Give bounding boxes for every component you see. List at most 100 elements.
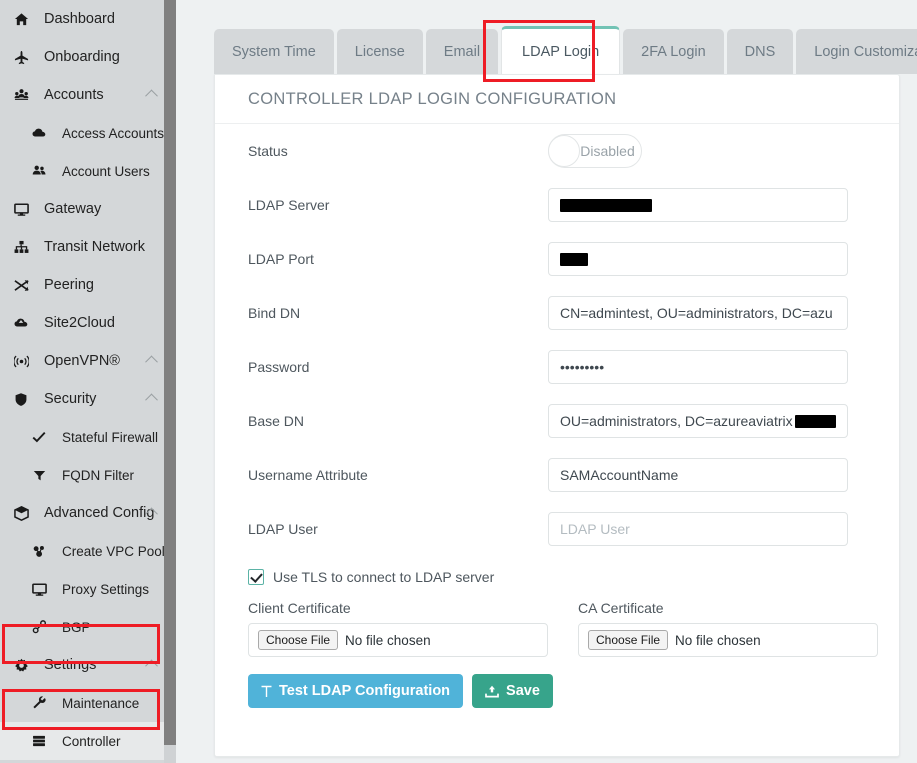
tab-ldap-login[interactable]: LDAP Login — [501, 26, 620, 74]
form-row-ldap-user: LDAP User LDAP User — [215, 502, 899, 556]
cloud-up-icon — [10, 316, 32, 330]
tab-label: Email — [444, 44, 480, 60]
sidebar-scrollbar-thumb[interactable] — [164, 0, 176, 745]
gear-icon — [10, 658, 32, 673]
monitor-icon — [28, 582, 50, 597]
ldap-port-input[interactable] — [548, 242, 848, 276]
sidebar-item-label: Gateway — [44, 201, 164, 217]
sidebar-item-label: Controller — [62, 734, 164, 749]
ca-certificate-file-status: No file chosen — [675, 633, 761, 648]
sidebar-item-maintenance[interactable]: Maintenance — [0, 684, 164, 722]
tab-bar: System TimeLicense Email LDAP Login2FA Log… — [214, 29, 917, 74]
plane-icon — [10, 50, 32, 65]
form-fields: LDAP Server LDAP Port Bind DN CN=admintest,… — [215, 178, 899, 556]
ca-certificate-choose-file-button[interactable]: Choose File — [588, 630, 668, 650]
client-certificate-file-input[interactable]: Choose FileNo file chosen — [248, 623, 548, 657]
sidebar-item-controller[interactable]: Controller — [0, 722, 164, 760]
tab-license[interactable]: License — [337, 29, 423, 74]
ldap-user-label: LDAP User — [248, 521, 548, 537]
test-t-icon — [261, 685, 272, 698]
form-row-base-dn: Base DN OU=administrators, DC=azureaviatr… — [215, 394, 899, 448]
shield-icon — [10, 392, 32, 407]
sidebar-item-accounts[interactable]: Accounts — [0, 76, 164, 114]
sidebar-item-create-vpc-pool[interactable]: Create VPC Pool — [0, 532, 164, 570]
bind-dn-value: CN=admintest, OU=administrators, DC=azu — [560, 305, 833, 321]
cloud-icon — [28, 126, 50, 140]
sidebar-item-access-accounts[interactable]: Access Accounts — [0, 114, 164, 152]
vpc-pool-icon — [28, 544, 50, 559]
save-button[interactable]: Save — [472, 674, 553, 708]
status-label: Status — [248, 143, 548, 159]
base-dn-label: Base DN — [248, 413, 548, 429]
sidebar-item-label: Create VPC Pool — [62, 544, 164, 559]
toggle-knob — [548, 135, 580, 167]
ca-certificate-group: CA Certificate Choose File No file chosen — [578, 600, 878, 657]
use-tls-checkbox[interactable] — [248, 569, 264, 585]
ldap-server-label: LDAP Server — [248, 197, 548, 213]
ldap-user-input[interactable]: LDAP User — [548, 512, 848, 546]
username-attribute-control: SAMAccountName — [548, 458, 848, 492]
page-title: CONTROLLER LDAP LOGIN CONFIGURATION — [215, 75, 899, 124]
sidebar-item-label: Dashboard — [44, 11, 164, 27]
password-control: ••••••••• — [548, 350, 848, 384]
users-icon — [28, 164, 50, 178]
password-value: ••••••••• — [560, 359, 604, 375]
sidebar-item-site2cloud[interactable]: Site2Cloud — [0, 304, 164, 342]
use-tls-label: Use TLS to connect to LDAP server — [273, 569, 494, 585]
form-row-bind-dn: Bind DN CN=admintest, OU=administrators, … — [215, 286, 899, 340]
monitor-icon — [10, 202, 32, 217]
password-label: Password — [248, 359, 548, 375]
ldap-port-label: LDAP Port — [248, 251, 548, 267]
bind-dn-control: CN=admintest, OU=administrators, DC=azu — [548, 296, 848, 330]
sidebar-item-settings[interactable]: Settings — [0, 646, 164, 684]
tls-checkbox-row: Use TLS to connect to LDAP server — [215, 560, 899, 594]
server-icon — [28, 734, 50, 748]
ca-certificate-label: CA Certificate — [578, 600, 878, 616]
username-attribute-input[interactable]: SAMAccountName — [548, 458, 848, 492]
bind-dn-label: Bind DN — [248, 305, 548, 321]
sidebar-item-bgp[interactable]: BGP — [0, 608, 164, 646]
form-row-password: Password ••••••••• — [215, 340, 899, 394]
sidebar-item-label: Peering — [44, 277, 164, 293]
base-dn-control: OU=administrators, DC=azureaviatrix — [548, 404, 848, 438]
bind-dn-input[interactable]: CN=admintest, OU=administrators, DC=azu — [548, 296, 848, 330]
tab-login-customization[interactable]: Login Customization — [796, 29, 917, 74]
sidebar-item-transit-network[interactable]: Transit Network — [0, 228, 164, 266]
tab-system-time[interactable]: System Time — [214, 29, 334, 74]
app-root: Dashboard Onboarding AccountsAccess Accoun… — [0, 0, 917, 763]
sidebar-item-onboarding[interactable]: Onboarding — [0, 38, 164, 76]
sidebar-item-gateway[interactable]: Gateway — [0, 190, 164, 228]
base-dn-value: OU=administrators, DC=azureaviatrix — [560, 413, 793, 429]
certificates-row: Client CertificateChoose FileNo file cho… — [215, 600, 899, 657]
sidebar-item-account-users[interactable]: Account Users — [0, 152, 164, 190]
form-row-ldap-server: LDAP Server — [215, 178, 899, 232]
sidebar-item-label: Proxy Settings — [62, 582, 164, 597]
sidebar-item-proxy-settings[interactable]: Proxy Settings — [0, 570, 164, 608]
home-icon — [10, 12, 32, 27]
sidebar-item-dashboard[interactable]: Dashboard — [0, 0, 164, 38]
ldap-server-control — [548, 188, 848, 222]
base-dn-input[interactable]: OU=administrators, DC=azureaviatrix — [548, 404, 848, 438]
sidebar-item-fqdn-filter[interactable]: FQDN Filter — [0, 456, 164, 494]
sidebar-item-peering[interactable]: Peering — [0, 266, 164, 304]
client-certificate-choose-file-button[interactable]: Choose File — [258, 630, 338, 650]
save-label: Save — [506, 683, 540, 699]
password-input[interactable]: ••••••••• — [548, 350, 848, 384]
test-ldap-configuration-label: Test LDAP Configuration — [279, 683, 450, 699]
status-toggle[interactable]: Disabled — [548, 134, 642, 168]
tab-2fa-login[interactable]: 2FA Login — [623, 29, 724, 74]
action-buttons: Test LDAP Configuration Save — [215, 674, 899, 708]
main-content: System TimeLicense Email LDAP Login2FA Log… — [176, 0, 917, 763]
test-ldap-configuration-button[interactable]: Test LDAP Configuration — [248, 674, 463, 708]
tab-email[interactable]: Email — [426, 29, 498, 74]
sidebar-item-openvpn[interactable]: OpenVPN® — [0, 342, 164, 380]
tab-dns[interactable]: DNS — [727, 29, 794, 74]
ldap-user-value: LDAP User — [560, 521, 630, 537]
sidebar-item-label: Account Users — [62, 164, 164, 179]
sidebar-item-security[interactable]: Security — [0, 380, 164, 418]
sidebar-item-label: Onboarding — [44, 49, 164, 65]
ca-certificate-file-input[interactable]: Choose File No file chosen — [578, 623, 878, 657]
sidebar-item-advanced-config[interactable]: Advanced Config — [0, 494, 164, 532]
sidebar-item-stateful-firewall[interactable]: Stateful Firewall — [0, 418, 164, 456]
ldap-server-input[interactable] — [548, 188, 848, 222]
